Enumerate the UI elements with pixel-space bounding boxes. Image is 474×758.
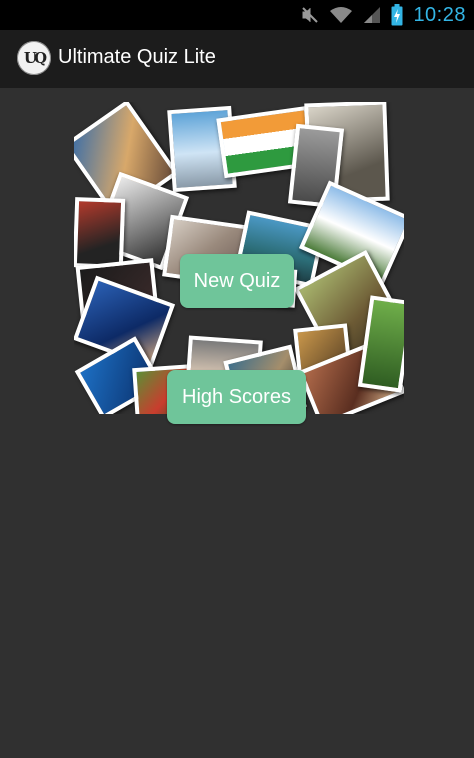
signal-icon bbox=[363, 6, 381, 24]
app-logo: UQ bbox=[17, 41, 51, 75]
action-bar: UQ Ultimate Quiz Lite bbox=[0, 30, 474, 88]
content-area: New Quiz High Scores bbox=[0, 88, 474, 758]
battery-charging-icon bbox=[391, 4, 403, 26]
collage-photo bbox=[74, 197, 126, 269]
mute-icon bbox=[301, 6, 319, 24]
wifi-icon bbox=[329, 6, 353, 24]
app-title: Ultimate Quiz Lite bbox=[58, 46, 216, 68]
high-scores-button[interactable]: High Scores bbox=[167, 370, 306, 424]
status-icons: 10:28 bbox=[301, 0, 474, 30]
status-bar: 10:28 bbox=[0, 0, 474, 30]
clock: 10:28 bbox=[413, 3, 466, 26]
new-quiz-button[interactable]: New Quiz bbox=[180, 254, 294, 308]
